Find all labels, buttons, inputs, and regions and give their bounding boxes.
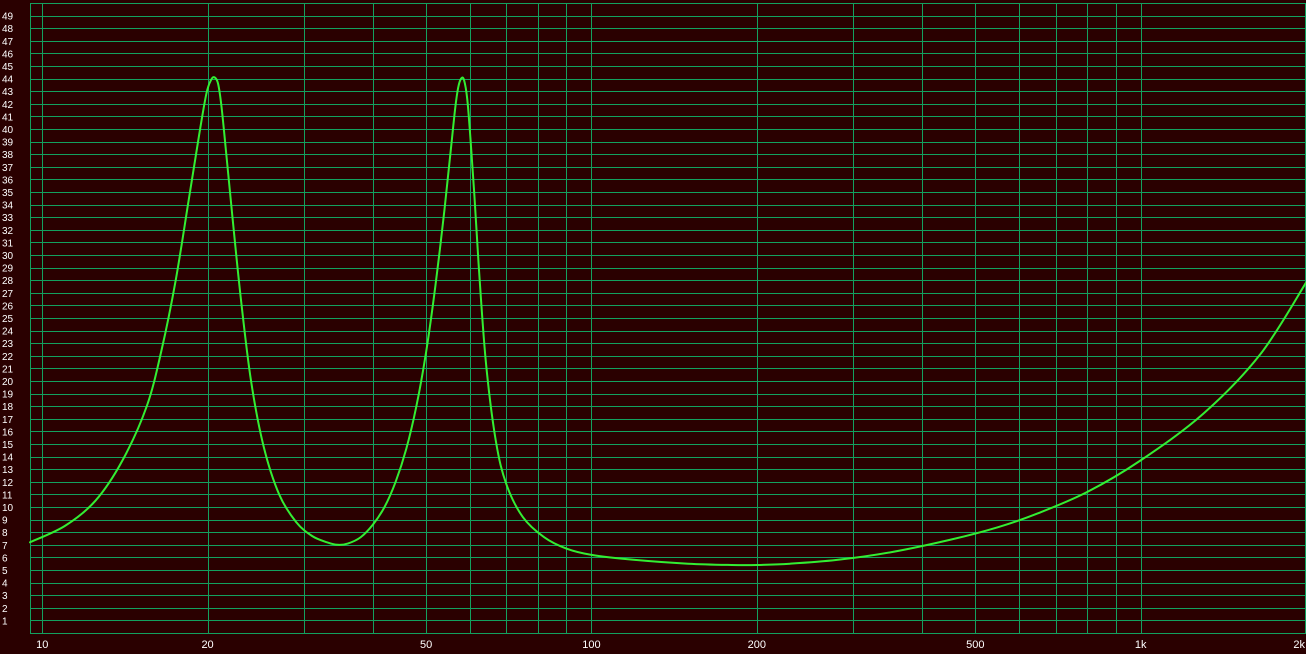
y-tick-label: 44 <box>2 75 14 86</box>
x-tick-label: 1k <box>1135 639 1147 651</box>
y-tick-label: 10 <box>2 503 14 514</box>
x-tick-label: 500 <box>966 639 984 651</box>
x-tick-label: 2k <box>1293 639 1305 651</box>
y-tick-label: 21 <box>2 364 14 375</box>
y-tick-label: 8 <box>2 528 8 539</box>
y-tick-label: 20 <box>2 377 14 388</box>
y-tick-label: 24 <box>2 327 14 338</box>
y-tick-label: 7 <box>2 541 8 552</box>
y-tick-label: 33 <box>2 213 14 224</box>
y-tick-label: 46 <box>2 49 14 60</box>
y-tick-label: 14 <box>2 453 14 464</box>
y-tick-label: 11 <box>2 490 13 501</box>
x-tick-label: 10 <box>36 639 48 651</box>
y-tick-label: 27 <box>2 289 14 300</box>
plot-background <box>0 0 1306 654</box>
x-tick-label: 50 <box>420 639 432 651</box>
x-tick-label: 100 <box>582 639 600 651</box>
y-tick-label: 23 <box>2 339 14 350</box>
y-tick-label: 43 <box>2 87 14 98</box>
y-tick-label: 6 <box>2 553 8 564</box>
y-tick-label: 18 <box>2 402 14 413</box>
y-tick-label: 13 <box>2 465 14 476</box>
y-tick-label: 12 <box>2 478 14 489</box>
x-tick-label: 20 <box>201 639 213 651</box>
y-tick-label: 49 <box>2 12 14 23</box>
y-tick-label: 9 <box>2 516 8 527</box>
y-tick-label: 17 <box>2 415 14 426</box>
y-tick-label: 2 <box>2 604 8 615</box>
y-tick-label: 32 <box>2 226 14 237</box>
y-tick-label: 4 <box>2 579 8 590</box>
chart-svg: 1234567891011121314151617181920212223242… <box>0 0 1306 654</box>
x-tick-label: 200 <box>748 639 766 651</box>
y-tick-label: 16 <box>2 427 14 438</box>
y-tick-label: 36 <box>2 175 14 186</box>
y-tick-label: 34 <box>2 201 14 212</box>
y-tick-label: 38 <box>2 150 14 161</box>
y-tick-label: 45 <box>2 62 14 73</box>
y-tick-label: 39 <box>2 138 14 149</box>
y-tick-label: 29 <box>2 264 14 275</box>
y-tick-label: 41 <box>2 112 14 123</box>
y-tick-label: 42 <box>2 100 14 111</box>
y-tick-label: 3 <box>2 591 8 602</box>
y-tick-label: 15 <box>2 440 14 451</box>
y-tick-label: 25 <box>2 314 14 325</box>
y-tick-label: 35 <box>2 188 14 199</box>
y-tick-label: 26 <box>2 301 14 312</box>
y-tick-label: 5 <box>2 566 8 577</box>
y-tick-label: 19 <box>2 390 14 401</box>
y-tick-label: 48 <box>2 24 14 35</box>
y-tick-label: 47 <box>2 37 14 48</box>
y-tick-label: 31 <box>2 238 14 249</box>
y-tick-label: 22 <box>2 352 14 363</box>
y-tick-label: 28 <box>2 276 14 287</box>
impedance-chart: 1 2 3 4 5 6 7 8 9 10 11 12 13 14 15 16 17 18 19 20 21 22 23 24 2… <box>0 0 1306 654</box>
y-tick-label: 30 <box>2 251 14 262</box>
y-tick-label: 1 <box>2 616 8 627</box>
y-tick-label: 40 <box>2 125 14 136</box>
y-tick-label: 37 <box>2 163 14 174</box>
